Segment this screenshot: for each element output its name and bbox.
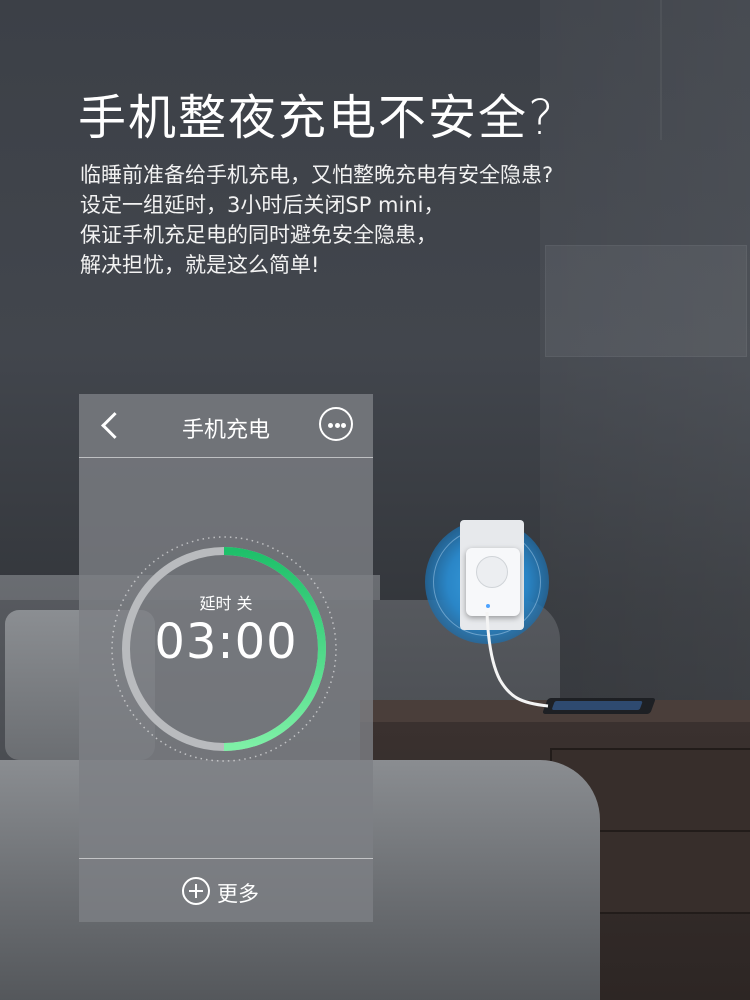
description-line: 设定一组延时，3小时后关闭SP mini，: [80, 193, 445, 217]
description-line: 保证手机充足电的同时避免安全隐患，: [80, 223, 437, 247]
timer-value[interactable]: 03:00: [79, 614, 373, 670]
app-footer[interactable]: 更多: [79, 858, 373, 923]
description-line: 解决担忧，就是这么简单!: [80, 253, 320, 277]
more-label: 更多: [217, 882, 259, 906]
more-options-button[interactable]: [319, 407, 353, 441]
plus-circle-icon: [182, 877, 210, 905]
app-panel: 手机充电 延时 关 03:00 更多: [79, 394, 373, 922]
more-dots-icon: [328, 423, 333, 428]
headline: 手机整夜充电不安全?: [78, 90, 556, 146]
description-line: 临睡前准备给手机充电，又怕整晚充电有安全隐患?: [80, 163, 554, 187]
app-header: 手机充电: [79, 394, 373, 458]
description: 临睡前准备给手机充电，又怕整晚充电有安全隐患? 设定一组延时，3小时后关闭SP …: [80, 160, 553, 280]
timer-label: 延时 关: [199, 594, 253, 613]
